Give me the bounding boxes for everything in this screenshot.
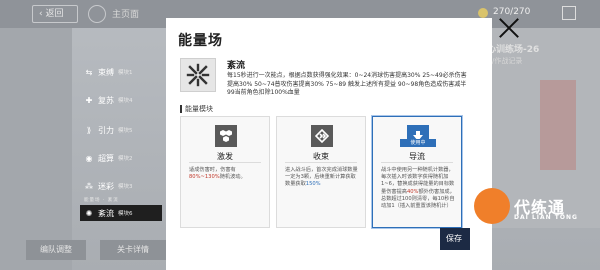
stamina-icon [478,8,488,18]
turbulence-icon: ✺ [85,208,93,218]
mode-item-turbulence[interactable]: ✺ 紊流 模块6 [80,205,162,221]
left-panel [0,28,72,270]
selected-mode-description: 每15秒进行一次能点，根据点数获得强化效果：0~24消球伤害提高30% 25~4… [227,72,467,96]
module-card-diversion[interactable]: 使用中 导流 战斗中使用另一种随机计数器，每次插入时该数字获得随机加1~6，替换… [372,116,462,228]
save-button[interactable]: 保存 [440,228,470,250]
character-portrait [540,80,576,170]
team-adjust-button[interactable]: 编队调整 [26,240,86,260]
mode-item-revive[interactable]: ✚ 复苏 模块4 [84,92,162,108]
diamond-converge-icon [311,125,333,147]
mode-level: 模块6 [118,211,133,217]
card-description: 战斗中使用另一种随机计数器，每次插入时该数字获得随机加1~6，替换成获得能量的目… [381,167,455,210]
back-button[interactable]: ‹ 返回 [32,5,78,23]
camo-icon: ⁂ [85,181,93,191]
menu-icon[interactable] [562,6,576,20]
section-bar [180,105,182,113]
highlight-value: 40% [406,188,419,195]
mode-item-camo[interactable]: ⁂ 迷彩 模块3 [84,178,162,194]
logo-icon [474,188,510,224]
close-icon[interactable] [497,16,521,40]
mode-item-bind[interactable]: ⇆ 束缚 模块1 [84,64,162,80]
mode-item-gravity[interactable]: ⟫ 引力 模块5 [84,122,162,138]
mode-level: 模块5 [118,128,133,134]
card-divider [381,162,453,163]
bind-icon: ⇆ [85,67,93,77]
section-label-text: 能量模块 [185,105,213,113]
highlight-value: 80%~130% [189,174,220,181]
back-label: 返回 [45,9,64,19]
card-divider [285,162,357,163]
mode-caption: 能量场 · 紊流 [84,198,119,203]
gravity-icon: ⟫ [86,125,92,135]
mode-item-compute[interactable]: ◉ 超算 模块2 [84,150,162,166]
in-use-badge: 使用中 [400,139,436,147]
mode-level: 模块1 [118,70,133,76]
compute-icon: ◉ [85,153,93,163]
mode-label: 复苏 [98,95,114,105]
section-label: 能量模块 [180,104,213,114]
mode-label: 超算 [98,153,114,163]
module-card-converge[interactable]: 收束 进入战斗后，首次完成消球数量一定为3颗，后续重新计算获取数量获取150% [276,116,366,228]
turbulence-large-icon [180,58,216,92]
mode-label: 引力 [98,125,114,135]
home-icon[interactable] [88,5,106,23]
mode-level: 模块2 [118,156,133,162]
mode-label: 束缚 [98,67,114,77]
highlight-value: 150% [305,181,321,188]
hexagon-cluster-icon [215,125,237,147]
mode-level: 模块4 [118,98,133,104]
mode-level: 模块3 [118,184,133,190]
card-name: 导流 [409,152,425,161]
selected-mode-name: 紊流 [227,61,246,71]
module-card-excite[interactable]: 激发 适成伤害时，伤害有80%~130%随机波动。 [180,116,270,228]
mode-label: 紊流 [98,208,114,218]
card-description: 适成伤害时，伤害有80%~130%随机波动。 [189,167,246,181]
modal-title: 能量场 [178,33,223,49]
stage-details-button[interactable]: 关卡详情 [100,240,166,260]
home-label: 主页面 [112,10,140,20]
card-description: 进入战斗后，首次完成消球数量一定为3颗，后续重新计算获取数量获取150% [285,167,358,188]
card-divider [189,162,261,163]
logo-subtext: DAI LIAN TONG [514,214,578,221]
card-name: 激发 [217,152,233,161]
watermark-logo: 代练通 DAI LIAN TONG [474,188,600,270]
mode-label: 迷彩 [98,181,114,191]
card-name: 收束 [313,152,329,161]
plus-icon: ✚ [85,95,93,105]
